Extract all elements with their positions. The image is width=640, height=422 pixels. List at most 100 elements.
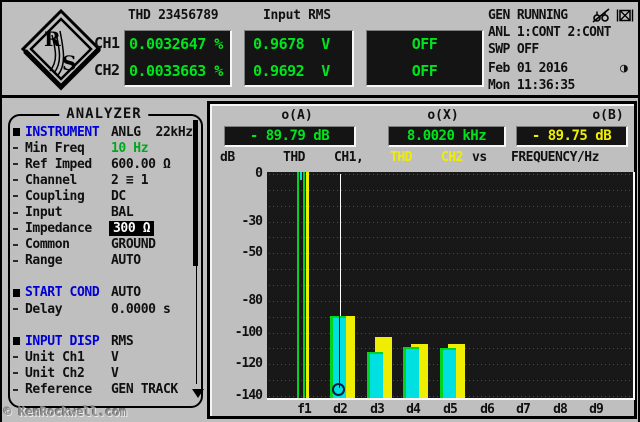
analyzer-rows: INSTRUMENTANLG 22kHzMin Freq10 HzRef Imp… bbox=[12, 124, 196, 400]
svg-text:S: S bbox=[62, 51, 76, 75]
analyzer-row-impedance[interactable]: Impedance300 Ω bbox=[12, 221, 196, 237]
grid-line bbox=[269, 190, 631, 191]
rms-panel-title: Input RMS bbox=[263, 8, 331, 23]
y-tick-label: -140 bbox=[210, 388, 262, 403]
setting-value[interactable]: ANLG 22kHz bbox=[111, 125, 193, 140]
fundamental-line bbox=[300, 172, 302, 180]
header-divider bbox=[0, 95, 640, 98]
readout-b-value: - 89.75 dB bbox=[516, 126, 628, 147]
setting-value[interactable]: RMS bbox=[111, 334, 133, 349]
grid-line bbox=[269, 317, 631, 318]
setting-label: Impedance bbox=[25, 221, 111, 236]
bar-ch1-d5 bbox=[440, 348, 456, 398]
setting-value[interactable]: DC bbox=[111, 189, 126, 204]
analyzer-row-input[interactable]: InputBAL bbox=[12, 204, 196, 220]
setting-label: Coupling bbox=[25, 189, 111, 204]
aux-ch1-value: OFF bbox=[367, 35, 482, 53]
setting-value[interactable]: V bbox=[111, 366, 118, 381]
setting-value[interactable]: V bbox=[111, 350, 118, 365]
x-tick-label: d3 bbox=[360, 402, 394, 417]
svg-text:R: R bbox=[44, 27, 61, 51]
analyzer-row-delay[interactable]: Delay0.0000 s bbox=[12, 301, 196, 317]
status-time: Mon 11:36:35 bbox=[488, 78, 575, 93]
analyzer-row-start-cond[interactable]: START CONDAUTO bbox=[12, 285, 196, 301]
grid-line bbox=[269, 174, 631, 175]
aux-ch2-value: OFF bbox=[367, 62, 482, 80]
setting-value[interactable]: AUTO bbox=[111, 253, 141, 268]
analyzer-scroll-down-icon[interactable] bbox=[192, 389, 204, 398]
x-tick-label: d5 bbox=[433, 402, 467, 417]
y-tick-label: -80 bbox=[210, 293, 262, 308]
analyzer-row-range[interactable]: RangeAUTO bbox=[12, 253, 196, 269]
plot-area bbox=[267, 172, 635, 400]
setting-value[interactable]: 10 Hz bbox=[111, 141, 148, 156]
y-tick-label: -50 bbox=[210, 245, 262, 260]
analyzer-row-spacer bbox=[12, 269, 196, 285]
readout-a-value: - 89.79 dB bbox=[224, 126, 356, 147]
rms-display: 0.9678 V 0.9692 V bbox=[244, 30, 354, 87]
setting-label: INPUT DISP bbox=[25, 334, 111, 349]
setting-value[interactable]: 0.0000 s bbox=[111, 302, 170, 317]
rs-logo-icon: R S bbox=[14, 5, 102, 93]
thd-display: 0.0032647 % 0.0033663 % bbox=[124, 30, 232, 87]
setting-label: Unit Ch1 bbox=[25, 350, 111, 365]
fundamental-line bbox=[303, 172, 305, 398]
analyzer-row-ref-imped[interactable]: Ref Imped600.00 Ω bbox=[12, 156, 196, 172]
setting-label: Range bbox=[25, 253, 111, 268]
setting-value[interactable]: BAL bbox=[111, 205, 133, 220]
graph-title-part-2: THD bbox=[390, 150, 412, 165]
rms-ch2-value: 0.9692 V bbox=[253, 62, 330, 80]
instrument-screen: R S THD 23456789 CH1 CH2 0.0032647 % 0.0… bbox=[0, 0, 640, 422]
x-tick-label: d2 bbox=[323, 402, 357, 417]
analyzer-row-reference[interactable]: ReferenceGEN TRACK bbox=[12, 382, 196, 398]
thd-ch2-value: 0.0033663 % bbox=[129, 62, 223, 80]
x-tick-label: d4 bbox=[396, 402, 430, 417]
analyzer-row-spacer bbox=[12, 317, 196, 333]
analyzer-row-input-disp[interactable]: INPUT DISPRMS bbox=[12, 333, 196, 349]
analyzer-row-channel[interactable]: Channel2 ≡ 1 bbox=[12, 172, 196, 188]
setting-value[interactable]: GEN TRACK bbox=[111, 382, 178, 397]
analyzer-row-unit-ch1[interactable]: Unit Ch1V bbox=[12, 349, 196, 365]
x-tick-label: d9 bbox=[579, 402, 613, 417]
y-tick-label: -100 bbox=[210, 325, 262, 340]
setting-label: Channel bbox=[25, 173, 111, 188]
status-gen: GEN RUNNING bbox=[488, 8, 568, 23]
grid-line bbox=[269, 269, 631, 270]
readout-x-label: o(X) bbox=[427, 108, 458, 123]
setting-label: Ref Imped bbox=[25, 157, 111, 172]
cursor-line[interactable] bbox=[340, 174, 341, 316]
setting-value[interactable]: 2 ≡ 1 bbox=[111, 173, 148, 188]
grid-line bbox=[269, 285, 631, 286]
graph-title-part-3: CH2 bbox=[441, 150, 463, 165]
thd-ch2-label: CH2 bbox=[94, 61, 120, 79]
setting-value[interactable]: AUTO bbox=[111, 285, 141, 300]
half-circle-icon: ◑ bbox=[620, 61, 628, 76]
setting-value[interactable]: GROUND bbox=[111, 237, 156, 252]
analyzer-panel-title: ANALYZER bbox=[59, 106, 148, 122]
readout-a-label: o(A) bbox=[281, 108, 312, 123]
analyzer-row-instrument[interactable]: INSTRUMENTANLG 22kHz bbox=[12, 124, 196, 140]
aux-display: OFF OFF bbox=[366, 30, 484, 87]
analyzer-row-common[interactable]: CommonGROUND bbox=[12, 237, 196, 253]
analyzer-row-coupling[interactable]: CouplingDC bbox=[12, 188, 196, 204]
status-anl: ANL 1:CONT 2:CONT bbox=[488, 25, 611, 40]
graph-title-part-4: vs bbox=[472, 150, 487, 165]
graph-title-part-1: CH1, bbox=[334, 150, 363, 165]
analyzer-row-min-freq[interactable]: Min Freq10 Hz bbox=[12, 140, 196, 156]
status-swp: SWP OFF bbox=[488, 42, 539, 57]
watermark: © KenRockwell.com bbox=[4, 405, 127, 419]
setting-value[interactable]: 600.00 Ω bbox=[111, 157, 170, 172]
setting-label: Delay bbox=[25, 302, 111, 317]
analyzer-row-unit-ch2[interactable]: Unit Ch2V bbox=[12, 365, 196, 381]
setting-label: Unit Ch2 bbox=[25, 366, 111, 381]
analyzer-scrollbar-thumb[interactable] bbox=[193, 120, 198, 266]
grid-line bbox=[269, 333, 631, 334]
rms-ch1-value: 0.9678 V bbox=[253, 35, 330, 53]
setting-value[interactable]: 300 Ω bbox=[109, 221, 154, 236]
y-tick-label: 0 bbox=[210, 166, 262, 181]
cursor-line-in-bar bbox=[339, 316, 340, 388]
graph-title-part-0: THD bbox=[283, 150, 305, 165]
cursor-marker-icon bbox=[332, 383, 345, 396]
grid-line bbox=[269, 222, 631, 223]
setting-label: Common bbox=[25, 237, 111, 252]
